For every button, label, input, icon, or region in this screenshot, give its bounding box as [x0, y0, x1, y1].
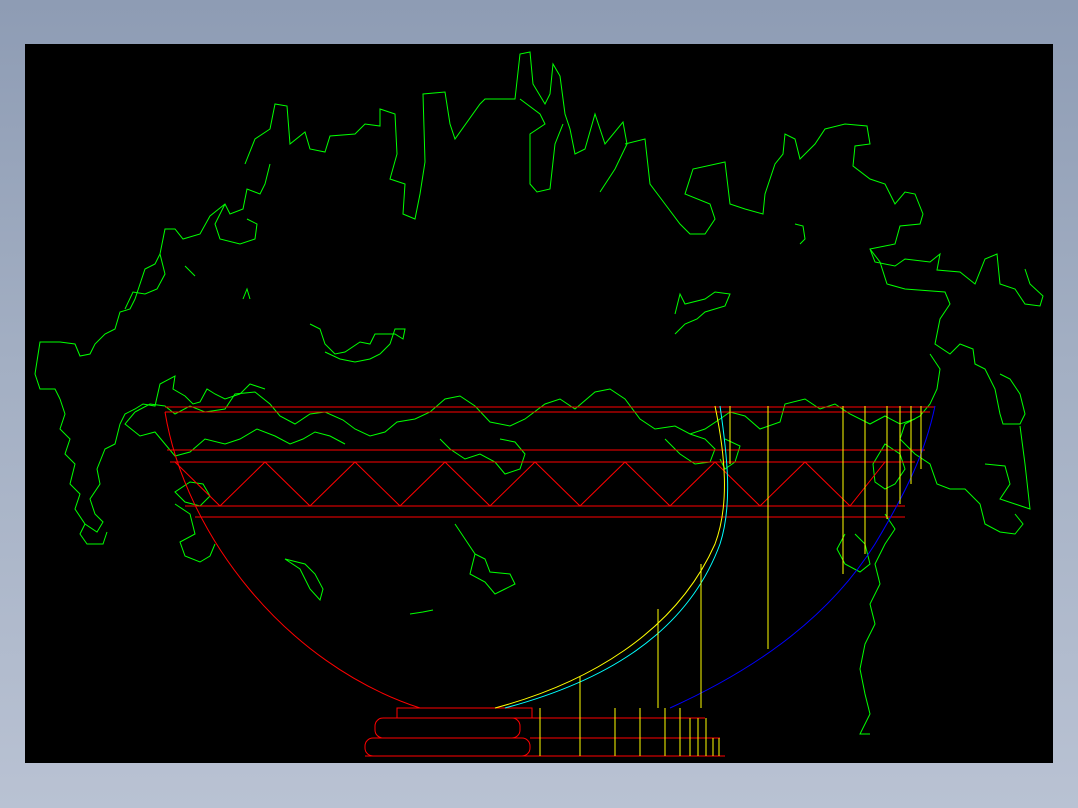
- bowl-outline-group: [164, 406, 935, 757]
- foliage-outline: [244, 51, 628, 220]
- foliage-outline: [124, 411, 346, 457]
- foliage-outline: [59, 375, 266, 533]
- foliage-outline: [454, 523, 516, 595]
- inner-arc-yellow: [494, 405, 725, 709]
- foliage-outline: [899, 353, 1024, 535]
- foliage-outline: [439, 438, 526, 475]
- foliage-outline: [674, 291, 731, 335]
- foliage-outline: [124, 253, 166, 310]
- foot-ring-lower: [364, 737, 531, 757]
- foliage-outline: [79, 523, 108, 545]
- foot-plate: [396, 707, 533, 719]
- foot-ring-upper: [374, 717, 521, 739]
- foliage-outline: [309, 323, 406, 363]
- foliage-outline: [794, 223, 806, 245]
- foliage-outline: [284, 558, 324, 602]
- foliage-outline: [174, 503, 216, 563]
- inner-arc-cyan: [504, 405, 729, 709]
- foliage-outline: [409, 609, 434, 615]
- foliage-outline: [174, 481, 211, 507]
- foliage-outline: [184, 265, 196, 277]
- foliage-outline: [869, 213, 1044, 307]
- foliage-outline: [869, 248, 1026, 425]
- zigzag-band: [174, 461, 886, 507]
- foliage-outline: [624, 123, 924, 235]
- foliage-outline: [214, 203, 258, 245]
- foliage-outline-group: [34, 51, 1044, 735]
- foliage-outline: [664, 433, 716, 465]
- flower-bowl-drawing: [34, 51, 1044, 757]
- guide-lines-group: [539, 406, 922, 756]
- cad-drawing-canvas[interactable]: [25, 44, 1053, 763]
- foliage-outline: [34, 163, 271, 400]
- foliage-outline: [242, 287, 251, 300]
- foliage-outline: [984, 425, 1031, 510]
- foliage-outline: [519, 98, 564, 193]
